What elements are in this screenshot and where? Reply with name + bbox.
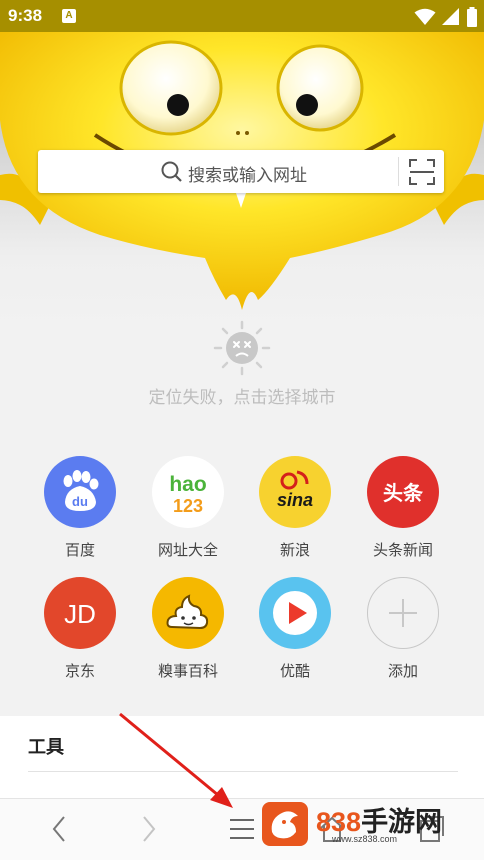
shortcut-label: 网址大全 <box>157 541 218 559</box>
tools-panel: 工具 <box>0 716 484 798</box>
battery-icon <box>467 6 477 27</box>
svg-text:sina: sina <box>277 490 313 510</box>
watermark-cn: 手游网 <box>361 807 443 837</box>
scan-icon[interactable] <box>409 159 435 185</box>
youku-icon <box>259 577 331 649</box>
sina-icon: sina <box>259 456 331 528</box>
watermark: 838手游网 www.sz838.com <box>262 800 484 850</box>
watermark-url: www.sz838.com <box>332 834 398 844</box>
search-input[interactable]: 搜索或输入网址 <box>188 161 307 186</box>
jd-icon: JD <box>44 577 116 649</box>
tools-divider <box>28 771 458 772</box>
watermark-number: 838 <box>316 807 362 837</box>
add-icon <box>367 577 439 649</box>
qiushi-icon <box>152 577 224 649</box>
svg-text:头条: 头条 <box>383 481 424 505</box>
tools-title: 工具 <box>28 737 64 758</box>
weather-message[interactable]: 定位失败，点击选择城市 <box>0 383 484 408</box>
shortcut-label: 糗事百科 <box>157 662 218 680</box>
shortcut-label: 优酷 <box>279 662 310 680</box>
back-icon[interactable] <box>48 813 70 845</box>
search-bar[interactable]: 搜索或输入网址 <box>38 150 444 193</box>
weather-error-icon[interactable] <box>213 320 271 376</box>
svg-text:123: 123 <box>173 496 203 516</box>
shortcut-toutiao[interactable]: 头条 头条新闻 <box>348 456 458 566</box>
dragon-logo-icon <box>262 802 308 846</box>
svg-text:du: du <box>72 494 88 509</box>
shortcut-add[interactable]: 添加 <box>348 577 458 687</box>
status-icons <box>414 6 478 27</box>
hao123-icon: hao 123 <box>152 456 224 528</box>
svg-text:hao: hao <box>169 473 206 496</box>
shortcut-baidu[interactable]: du 百度 <box>25 456 135 566</box>
shortcut-jd[interactable]: JD 京东 <box>25 577 135 687</box>
baidu-icon: du <box>44 456 116 528</box>
shortcut-label: 京东 <box>64 662 95 680</box>
wifi-icon <box>414 8 436 25</box>
signal-icon <box>441 7 459 25</box>
toutiao-icon: 头条 <box>367 456 439 528</box>
shortcut-label: 头条新闻 <box>372 541 433 559</box>
forward-icon[interactable] <box>138 813 160 845</box>
shortcut-qiushi[interactable]: 糗事百科 <box>133 577 243 687</box>
search-icon <box>161 161 182 182</box>
shortcut-label: 新浪 <box>279 541 310 559</box>
shortcut-youku[interactable]: 优酷 <box>240 577 350 687</box>
notification-icon: A <box>62 9 76 23</box>
search-divider <box>398 157 399 186</box>
svg-text:JD: JD <box>64 599 96 629</box>
status-time: 9:38 <box>8 6 43 25</box>
shortcut-label: 添加 <box>387 662 418 680</box>
shortcut-hao123[interactable]: hao 123 网址大全 <box>133 456 243 566</box>
menu-icon[interactable] <box>228 817 256 841</box>
shortcut-sina[interactable]: sina 新浪 <box>240 456 350 566</box>
status-bar: 9:38 A <box>0 0 484 32</box>
shortcut-label: 百度 <box>64 541 95 559</box>
